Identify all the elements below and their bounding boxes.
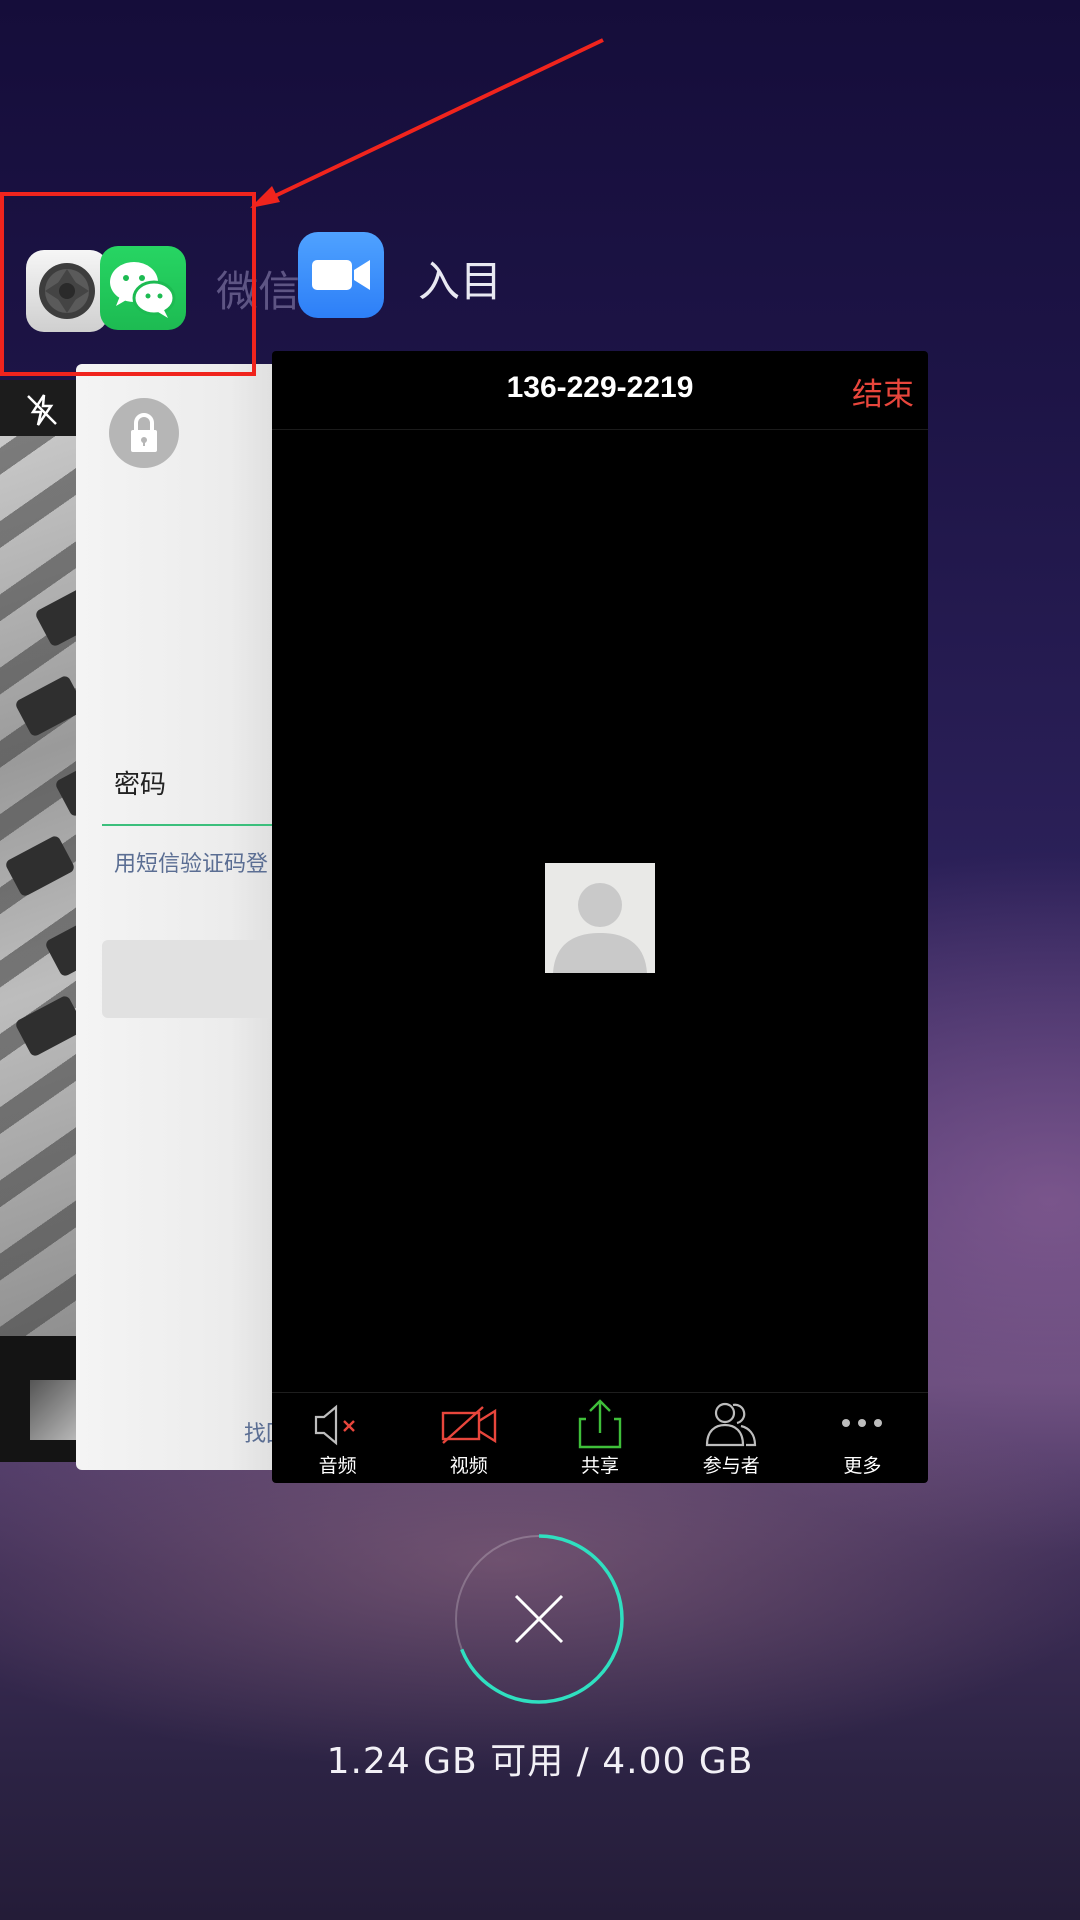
- lock-icon: [109, 398, 179, 468]
- zoom-app-name: 入目: [418, 257, 503, 306]
- zoom-video-icon: [312, 260, 370, 290]
- more-icon: [842, 1419, 883, 1427]
- share-button[interactable]: 共享: [534, 1393, 665, 1483]
- meeting-toolbar: 音频 视频 共享 参与者 更多: [272, 1392, 928, 1483]
- participants-icon: [706, 1402, 757, 1447]
- participants-button[interactable]: 参与者: [666, 1393, 797, 1483]
- meeting-id: 136-229-2219: [506, 371, 694, 404]
- meeting-header: 136-229-2219 结束: [272, 351, 928, 430]
- audio-muted-icon: [314, 1404, 355, 1446]
- audio-label: 音频: [318, 1455, 357, 1477]
- annotation-box: [0, 192, 256, 376]
- login-button[interactable]: [102, 940, 296, 1018]
- share-icon: [578, 1399, 622, 1449]
- audio-button[interactable]: 音频: [272, 1393, 403, 1483]
- end-meeting-button[interactable]: 结束: [852, 369, 914, 414]
- share-label: 共享: [581, 1455, 620, 1477]
- wechat-app-card[interactable]: 密码 用短信验证码登 找回: [76, 364, 296, 1470]
- video-off-icon: [441, 1406, 496, 1444]
- close-icon: [514, 1594, 564, 1644]
- video-button[interactable]: 视频: [403, 1393, 534, 1483]
- zoom-meeting-card[interactable]: 136-229-2219 结束 音频 视频 共享 参与者 更多: [272, 351, 928, 1483]
- password-label: 密码: [114, 770, 167, 800]
- more-label: 更多: [843, 1455, 882, 1477]
- password-field-underline: [102, 824, 296, 826]
- more-button[interactable]: 更多: [797, 1393, 928, 1483]
- flash-off-icon: [27, 394, 57, 426]
- sms-login-link[interactable]: 用短信验证码登: [114, 846, 268, 878]
- zoom-app-icon[interactable]: [298, 232, 384, 318]
- participants-label: 参与者: [702, 1455, 760, 1477]
- avatar: [545, 863, 655, 973]
- clear-all-button[interactable]: [454, 1534, 624, 1704]
- video-label: 视频: [449, 1455, 488, 1477]
- gallery-thumbnail[interactable]: [30, 1380, 80, 1440]
- memory-status: 1.24 GB 可用 / 4.00 GB: [326, 1741, 754, 1782]
